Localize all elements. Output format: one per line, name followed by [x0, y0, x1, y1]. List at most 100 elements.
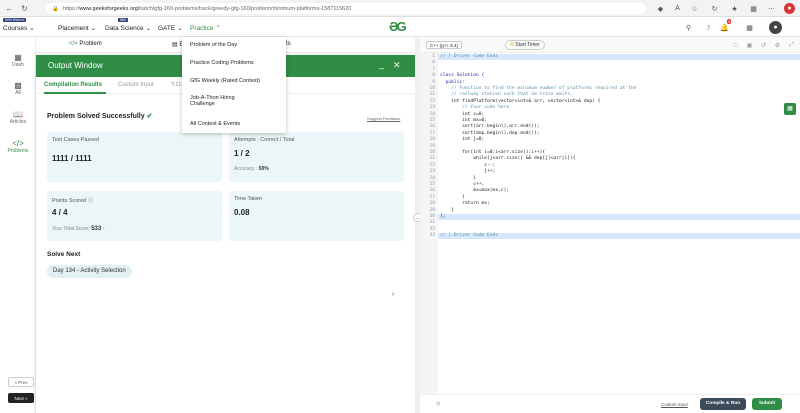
extension-icon[interactable]: ◆ [655, 3, 666, 14]
reload-icon[interactable]: ↻ [19, 3, 30, 14]
code-line[interactable]: sort(dep.begin(),dep.end()); [440, 131, 539, 136]
code-line[interactable]: int findPlatform(vector<int>& arr, vecto… [440, 99, 600, 104]
menu-item-potd[interactable]: Problem of the Day [182, 42, 245, 48]
code-line[interactable]: } [440, 208, 454, 213]
profile-icon[interactable]: ● [784, 3, 795, 14]
notification-count: 9 [727, 19, 732, 24]
code-line[interactable]: for(int i=0;i<arr.size();i++){ [440, 150, 545, 155]
start-timer-button[interactable]: ⏱ Start Timer [505, 40, 545, 50]
gfg-logo[interactable]: ƏG [389, 19, 407, 34]
read-aloud-icon[interactable]: A [672, 3, 683, 14]
code-line[interactable]: class Solution { [440, 73, 484, 78]
custom-input-link[interactable]: Custom Input [661, 402, 688, 407]
line-number: 6 [432, 60, 435, 66]
code-line[interactable]: mx=max(mx,c); [440, 188, 509, 193]
code-line[interactable]: } [440, 195, 465, 200]
fullscreen-icon[interactable]: □ [730, 40, 741, 51]
menu-item-contests[interactable]: All Contest & Events [182, 121, 248, 127]
favorites-icon[interactable]: ★ [729, 3, 740, 14]
code-line[interactable]: } [440, 176, 476, 181]
collections-icon[interactable]: ▦ [748, 3, 759, 14]
suggest-feedback-link[interactable]: Suggest Feedback [367, 116, 400, 121]
brightness-icon[interactable]: ☼ [435, 400, 441, 407]
menu-item-jobathon[interactable]: Job-A-Thon Hiring Challenge [182, 95, 262, 107]
dark-mode-icon[interactable]: ☽ [702, 22, 713, 33]
menu-item-practice[interactable]: Practice Coding Problems [182, 60, 262, 66]
tab-compilation-results[interactable]: Compilation Results [44, 82, 102, 88]
line-number: 18 [429, 137, 435, 143]
line-number: 16 [429, 124, 435, 130]
language-select[interactable]: C++ (g++ 5.4) [426, 41, 463, 49]
reset-icon[interactable]: ↺ [758, 40, 769, 51]
nav-placement[interactable]: Placement ⌄ [58, 24, 96, 33]
next-problem-chip[interactable]: Day 134 - Activity Selection [47, 265, 132, 278]
close-button[interactable]: ✕ [393, 60, 401, 71]
prev-button[interactable]: « Prev [8, 377, 34, 387]
avatar[interactable]: ● [769, 21, 782, 34]
code-line[interactable]: j++; [440, 169, 495, 174]
next-button[interactable]: Next » [8, 393, 34, 403]
nav-courses[interactable]: Courses ⌄ [3, 24, 35, 33]
nav-label: Placement [58, 24, 89, 32]
browser-toolbar: ← ↻ 🔒 https://www.geeksforgeeks.org/batc… [0, 0, 800, 17]
settings-icon[interactable]: ⚙ [772, 40, 783, 51]
code-line[interactable]: public: [440, 80, 465, 85]
points-label-text: Points Scored [52, 198, 87, 204]
chat-icon[interactable]: ▦ [784, 103, 796, 115]
line-number: 28 [429, 201, 435, 207]
code-line[interactable]: return mx; [440, 201, 490, 206]
star-icon[interactable]: ☆ [689, 3, 700, 14]
menu-item-weekly[interactable]: GfG Weekly (Rated Contest) [182, 78, 268, 84]
search-icon[interactable]: ⚲ [683, 22, 694, 33]
tab-custom-input[interactable]: Custom Input [118, 82, 154, 88]
rail-dash[interactable]: ▦ Dash [0, 53, 36, 68]
info-icon[interactable]: ⓘ [88, 198, 94, 204]
nav-label: Courses [3, 24, 28, 32]
compile-run-button[interactable]: Compile & Run [700, 398, 746, 410]
line-number: 8 [432, 73, 435, 79]
code-line[interactable]: while(j<arr.size() && dep[j]<arr[i]){ [440, 156, 575, 161]
rail-label: Articles [9, 119, 27, 125]
line-number: 22 [429, 162, 435, 168]
tab-submissions[interactable]: ts [286, 41, 291, 47]
minimize-button[interactable]: _ [379, 59, 384, 69]
rail-label: Dash [12, 62, 24, 68]
address-bar[interactable]: 🔒 https://www.geeksforgeeks.org/batch/gf… [46, 3, 646, 14]
line-number: 17 [429, 130, 435, 136]
tab-yogi[interactable]: Y.O. [171, 82, 182, 88]
back-icon[interactable]: ← [4, 3, 15, 14]
code-line[interactable]: int mx=0; [440, 118, 487, 123]
grid-icon[interactable]: ▦ [744, 22, 755, 33]
time-card: Time Taken 0.08 [229, 191, 404, 241]
nav-data-science[interactable]: Data Science ⌄ [105, 24, 151, 33]
code-line[interactable]: int c=0; [440, 112, 484, 117]
lock-icon: 🔒 [52, 5, 59, 12]
code-line[interactable]: sort(arr.begin(),arr.end()); [440, 124, 539, 129]
code-line[interactable]: // } Driver Code Ends [440, 54, 498, 59]
nav-gate[interactable]: GATE ⌄ [158, 24, 183, 33]
chevron-right-icon[interactable]: › [392, 291, 394, 298]
nav-practice[interactable]: Practice ⌃ [190, 24, 221, 33]
code-line[interactable]: // Your code here [440, 105, 509, 110]
code-line[interactable]: // } Driver Code Ends [440, 233, 498, 238]
timer-label: Start Timer [515, 42, 540, 48]
copy-icon[interactable]: ▣ [744, 40, 755, 51]
line-number: 10 [429, 86, 435, 91]
tab-problem[interactable]: </> Problem [69, 41, 102, 47]
code-editor[interactable]: 1 6 7 8 9 10 11 12 13 14 15 16 17 18 19 20 21 22 23 24 25 26 2… [420, 53, 800, 394]
attempts-value: 1 / 2 [234, 149, 250, 158]
code-line[interactable]: c++; [440, 182, 484, 187]
chevron-up-icon: ⌃ [215, 25, 221, 32]
rail-problems[interactable]: </> Problems [0, 139, 36, 154]
code-line[interactable]: c--; [440, 163, 495, 168]
rail-all[interactable]: ▩ All [0, 81, 36, 96]
more-icon[interactable]: ⋯ [766, 3, 777, 14]
submit-button[interactable]: Submit [752, 398, 782, 410]
code-line[interactable]: int j=0; [440, 137, 484, 142]
code-line[interactable]: // Function to find the minimum number o… [440, 86, 636, 91]
code-line[interactable]: // railway station such that no train wa… [440, 92, 573, 97]
code-line[interactable]: }; [440, 214, 446, 219]
refresh-icon[interactable]: ↻ [709, 3, 720, 14]
expand-editor-icon[interactable]: ⤢ [786, 40, 797, 51]
rail-articles[interactable]: 📖 Articles [0, 110, 36, 125]
